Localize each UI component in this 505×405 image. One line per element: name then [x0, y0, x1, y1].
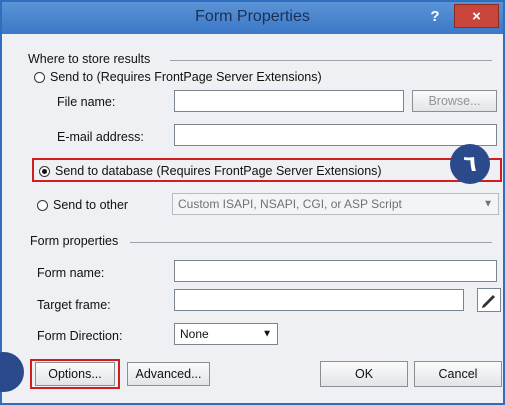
send-to-database-label: Send to database (Requires FrontPage Ser…	[55, 164, 382, 178]
send-to-radio[interactable]	[34, 71, 45, 83]
send-to-database-radio-row[interactable]: Send to database (Requires FrontPage Ser…	[39, 164, 382, 178]
form-section-rule	[130, 242, 492, 243]
form-name-label: Form name:	[37, 266, 105, 280]
file-name-field[interactable]	[174, 90, 404, 112]
send-to-other-label: Send to other	[53, 198, 129, 212]
send-to-label: Send to (Requires FrontPage Server Exten…	[50, 70, 322, 84]
title-bar: Form Properties ? ×	[2, 2, 503, 34]
options-button[interactable]: Options...	[35, 362, 115, 386]
chevron-down-icon: ▼	[483, 198, 493, 210]
target-frame-field[interactable]	[174, 289, 464, 311]
browse-button[interactable]: Browse...	[412, 90, 497, 112]
target-frame-label: Target frame:	[37, 298, 111, 312]
edit-target-frame-button[interactable]	[477, 288, 501, 312]
send-to-radio-row[interactable]: Send to (Requires FrontPage Server Exten…	[34, 70, 322, 84]
direction-select[interactable]: None ▼	[174, 323, 278, 345]
step-callout-badge-left	[0, 352, 24, 392]
step-callout-badge: ٦	[450, 144, 490, 184]
store-section-rule	[170, 60, 492, 61]
store-section-label: Where to store results	[28, 52, 151, 66]
form-section-label: Form properties	[30, 234, 119, 248]
form-properties-dialog: Form Properties ? × Where to store resul…	[0, 0, 505, 405]
pencil-icon	[482, 295, 495, 308]
send-to-other-select[interactable]: Custom ISAPI, NSAPI, CGI, or ASP Script …	[172, 193, 499, 215]
send-to-other-radio-row[interactable]: Send to other	[37, 198, 128, 212]
email-field[interactable]	[174, 124, 497, 146]
file-name-label: File name:	[57, 95, 116, 109]
send-to-database-radio[interactable]	[39, 165, 50, 177]
send-to-other-value: Custom ISAPI, NSAPI, CGI, or ASP Script	[178, 197, 402, 211]
direction-label: Form Direction:	[37, 329, 123, 343]
close-button[interactable]: ×	[454, 4, 499, 28]
help-button[interactable]: ?	[420, 6, 450, 28]
advanced-button[interactable]: Advanced...	[127, 362, 210, 386]
email-label: E-mail address:	[57, 130, 144, 144]
form-name-field[interactable]	[174, 260, 497, 282]
ok-button[interactable]: OK	[320, 361, 408, 387]
send-to-other-radio[interactable]	[37, 199, 48, 211]
chevron-down-icon: ▼	[262, 328, 272, 340]
direction-value: None	[180, 327, 209, 341]
cancel-button[interactable]: Cancel	[414, 361, 502, 387]
